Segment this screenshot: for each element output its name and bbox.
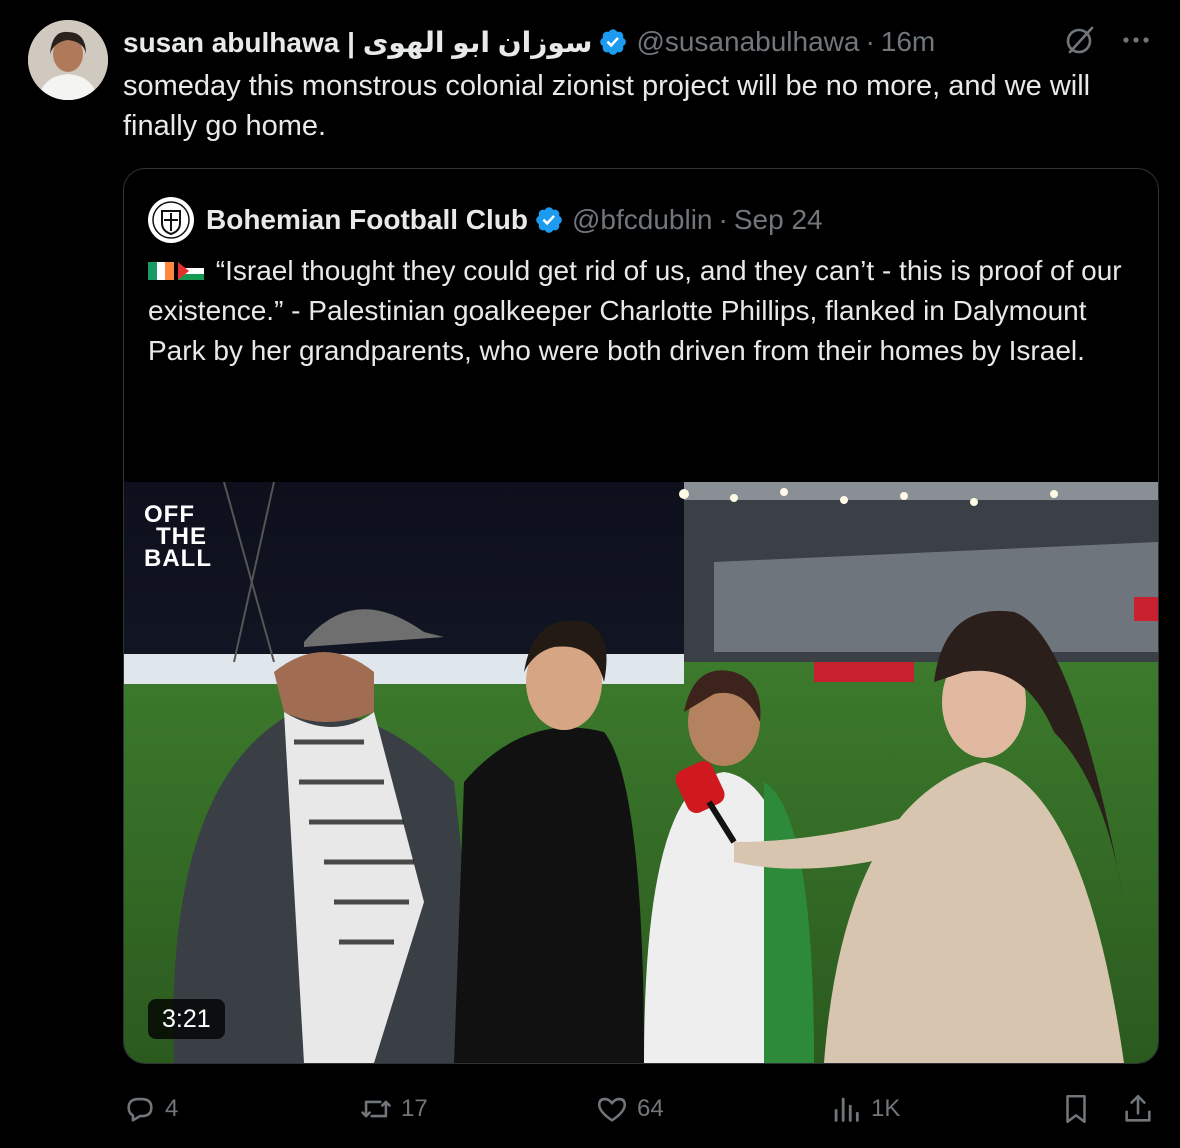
quoted-tweet-header: Bohemian Football Club @bfcdublin · Sep … [148,197,823,243]
video-frame [124,482,1158,1063]
video-duration: 3:21 [148,999,225,1039]
quoted-verified-badge-icon[interactable] [534,205,564,235]
tweet-header: susan abulhawa | سوزان ابو الهوى @susana… [123,22,935,62]
share-button[interactable] [1121,1086,1163,1132]
grok-icon[interactable] [1062,22,1098,58]
more-icon[interactable] [1120,24,1152,56]
separator-dot: · [865,26,875,57]
views-icon [829,1092,871,1126]
tweet: susan abulhawa | سوزان ابو الهوى @susana… [0,0,1180,1148]
quoted-author-avatar[interactable] [148,197,194,243]
video-player[interactable]: OFF THE BALL 3:21 [124,482,1158,1063]
repost-button[interactable]: 17 [359,1086,428,1132]
watermark-line-3: BALL [144,545,212,572]
video-watermark: OFF THE BALL [144,503,212,572]
quoted-text-block: “Israel thought they could get rid of us… [148,251,1138,371]
quoted-separator-dot: · [718,204,728,235]
like-button[interactable]: 64 [595,1086,664,1132]
like-count: 64 [637,1095,664,1122]
palestine-flag-icon [178,251,204,280]
reply-button[interactable]: 4 [123,1086,178,1132]
post-timestamp[interactable]: 16m [881,26,935,58]
quoted-text: “Israel thought they could get rid of us… [148,255,1122,366]
like-icon [595,1092,637,1126]
quoted-date[interactable]: Sep 24 [734,204,823,236]
quoted-handle[interactable]: @bfcdublin [572,204,713,236]
reply-count: 4 [165,1095,179,1122]
reply-icon [123,1092,165,1126]
quoted-display-name[interactable]: Bohemian Football Club [206,204,528,236]
views-count: 1K [871,1095,901,1122]
bookmark-button[interactable] [1059,1086,1101,1132]
author-handle[interactable]: @susanabulhawa [636,26,859,58]
verified-badge-icon[interactable] [598,27,628,57]
author-display-name[interactable]: susan abulhawa | سوزان ابو الهوى [123,26,592,59]
action-bar: 4 17 64 1K [123,1086,1159,1132]
author-avatar[interactable] [28,20,108,100]
repost-icon [359,1092,401,1126]
ireland-flag-icon [148,251,174,280]
bookmark-icon [1059,1092,1101,1126]
views-button[interactable]: 1K [829,1086,900,1132]
top-right-icons [1062,22,1152,58]
quoted-tweet[interactable]: Bohemian Football Club @bfcdublin · Sep … [123,168,1159,1064]
repost-count: 17 [401,1095,428,1122]
share-icon [1121,1092,1163,1126]
post-text: someday this monstrous colonial zionist … [123,70,1091,142]
